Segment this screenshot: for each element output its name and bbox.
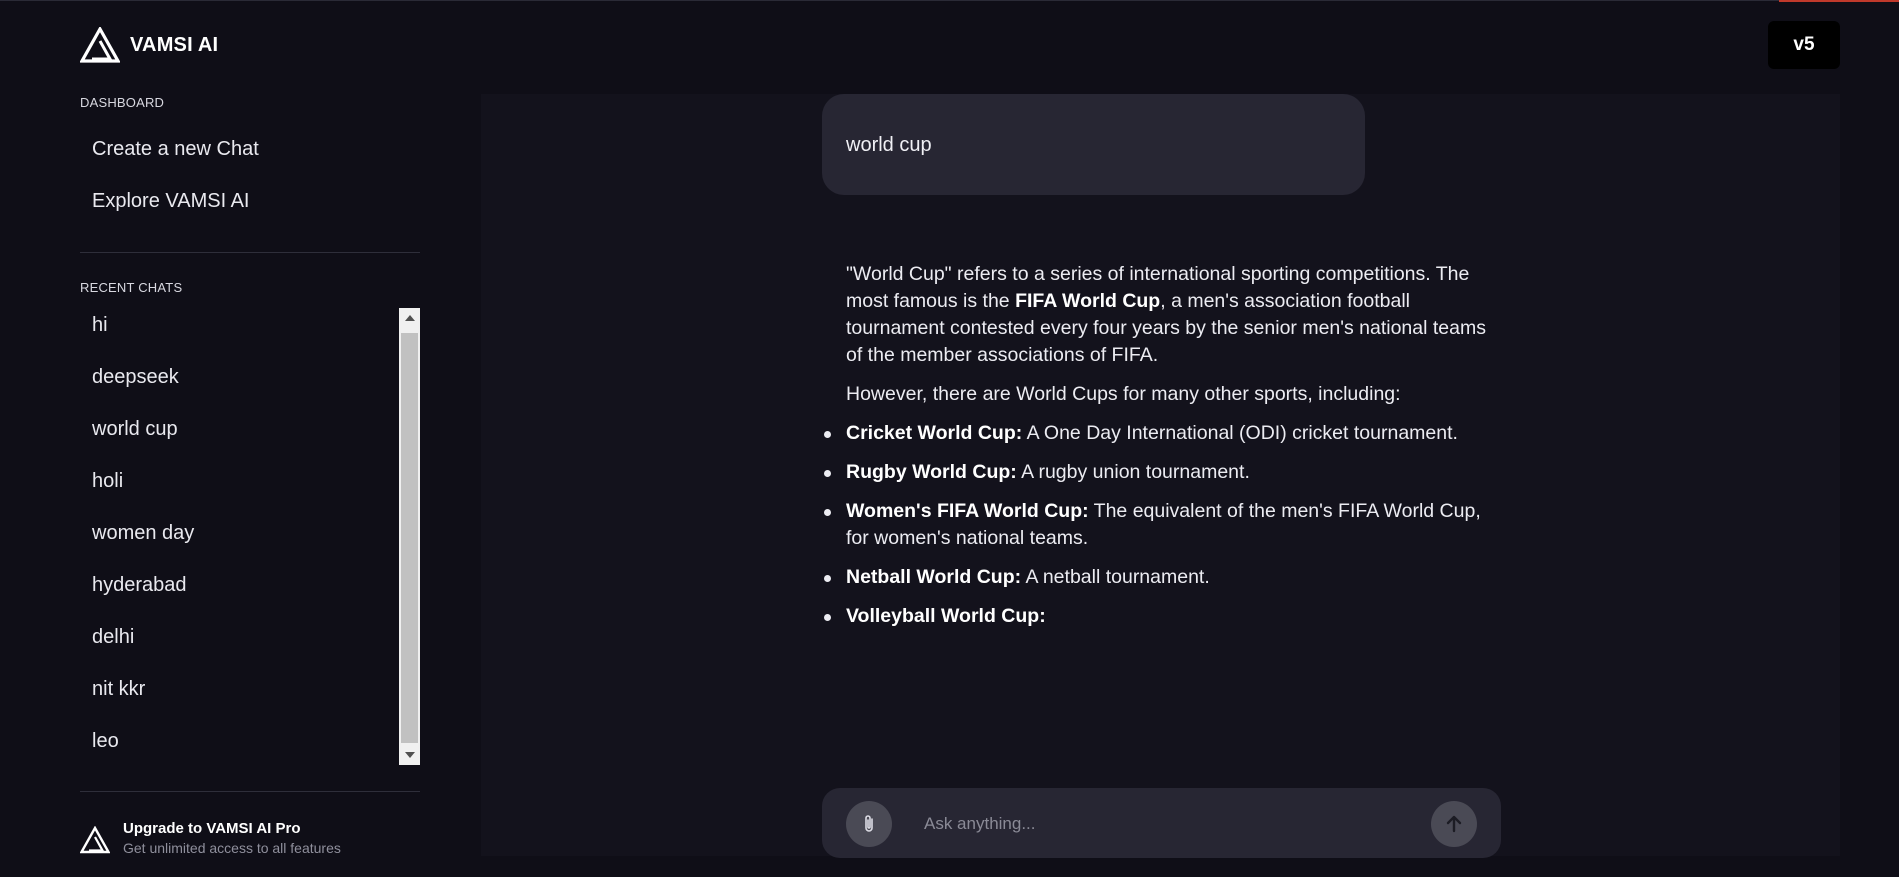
paperclip-icon [865, 815, 873, 832]
response-paragraph: "World Cup" refers to a series of intern… [846, 261, 1496, 369]
bullet-icon [824, 614, 831, 621]
create-new-chat-link[interactable]: Create a new Chat [92, 138, 259, 161]
user-message-bubble: world cup [822, 94, 1365, 195]
send-button[interactable] [1431, 801, 1477, 847]
recent-chat-item[interactable]: world cup [92, 418, 178, 441]
top-accent-line [1779, 0, 1899, 2]
list-item: Women's FIFA World Cup: The equivalent o… [824, 498, 1496, 552]
recent-chat-item[interactable]: hyderabad [92, 574, 187, 597]
response-bold-text: FIFA World Cup [1015, 290, 1161, 312]
assistant-response: "World Cup" refers to a series of intern… [824, 261, 1496, 642]
bullet-icon [824, 575, 831, 582]
scrollbar-thumb[interactable] [401, 333, 418, 743]
upgrade-title: Upgrade to VAMSI AI Pro [123, 820, 301, 837]
list-item: Cricket World Cup: A One Day Internation… [824, 420, 1496, 447]
brand-name: VAMSI AI [130, 33, 219, 56]
list-item-title: Netball World Cup: [846, 566, 1022, 588]
sidebar: VAMSI AI DASHBOARD Create a new Chat Exp… [80, 0, 420, 877]
explore-vamsi-ai-link[interactable]: Explore VAMSI AI [92, 190, 249, 213]
recent-chat-item[interactable]: hi [92, 314, 108, 337]
recent-chats-scrollbar[interactable] [399, 308, 420, 765]
vamsi-logo-icon [80, 27, 120, 63]
brand[interactable]: VAMSI AI [80, 27, 218, 63]
sidebar-divider [80, 252, 420, 253]
sidebar-bottom-divider [80, 791, 420, 792]
recent-chat-item[interactable]: delhi [92, 626, 134, 649]
scroll-down-arrow-icon[interactable] [399, 745, 420, 765]
recent-chats-label: RECENT CHATS [80, 280, 183, 295]
bullet-icon [824, 431, 831, 438]
list-item-text: A netball tournament. [1021, 566, 1210, 588]
attach-button[interactable] [846, 801, 892, 847]
chat-panel: world cup "World Cup" refers to a series… [481, 94, 1840, 858]
vamsi-logo-icon [80, 826, 110, 854]
recent-chat-item[interactable]: holi [92, 470, 123, 493]
arrow-up-icon [1446, 815, 1462, 833]
upgrade-pro-card[interactable]: Upgrade to VAMSI AI Pro Get unlimited ac… [80, 818, 420, 862]
response-paragraph: However, there are World Cups for many o… [846, 383, 1401, 405]
recent-chat-item[interactable]: deepseek [92, 366, 179, 389]
recent-chat-item[interactable]: nit kkr [92, 678, 145, 701]
user-message-text: world cup [846, 134, 932, 156]
list-item-text: A rugby union tournament. [1016, 461, 1250, 483]
dashboard-label: DASHBOARD [80, 95, 165, 110]
list-item-title: Rugby World Cup: [846, 461, 1017, 483]
bullet-icon [824, 470, 831, 477]
chat-input[interactable] [922, 808, 1406, 840]
bullet-icon [824, 509, 831, 516]
version-button[interactable]: v5 [1768, 21, 1840, 69]
response-list: Cricket World Cup: A One Day Internation… [824, 420, 1496, 630]
chat-composer [822, 788, 1501, 858]
scroll-up-arrow-icon[interactable] [399, 308, 420, 328]
recent-chat-item[interactable]: leo [92, 730, 119, 753]
list-item: Netball World Cup: A netball tournament. [824, 564, 1496, 591]
recent-chat-item[interactable]: women day [92, 522, 194, 545]
list-item-text: A One Day International (ODI) cricket to… [1022, 422, 1458, 444]
list-item-title: Volleyball World Cup: [846, 605, 1046, 627]
upgrade-subtitle: Get unlimited access to all features [123, 840, 341, 856]
list-item: Volleyball World Cup: [824, 603, 1496, 630]
recent-chats-list[interactable]: hi deepseek world cup holi women day hyd… [80, 306, 420, 766]
list-item-title: Cricket World Cup: [846, 422, 1023, 444]
list-item-title: Women's FIFA World Cup: [846, 500, 1089, 522]
list-item: Rugby World Cup: A rugby union tournamen… [824, 459, 1496, 486]
